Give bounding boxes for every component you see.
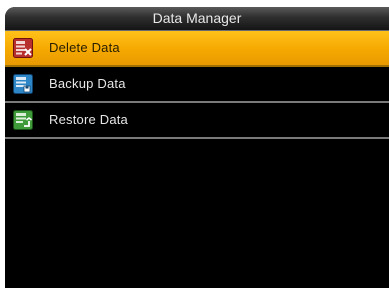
restore-data-icon (13, 110, 33, 130)
menu-item-backup-data[interactable]: Backup Data (5, 67, 389, 103)
menu-item-label: Restore Data (49, 112, 128, 127)
menu-item-restore-data[interactable]: Restore Data (5, 103, 389, 139)
title-bar: Data Manager (5, 7, 389, 31)
device-frame: Data Manager Delete Data Backup Data Res… (0, 0, 389, 288)
menu-list: Delete Data Backup Data Restore Data (5, 31, 389, 139)
delete-data-icon (13, 38, 33, 58)
backup-data-icon (13, 74, 33, 94)
menu-item-delete-data[interactable]: Delete Data (5, 31, 389, 67)
menu-item-label: Backup Data (49, 76, 126, 91)
page-title: Data Manager (152, 10, 242, 26)
menu-item-label: Delete Data (49, 40, 120, 55)
screen: Data Manager Delete Data Backup Data Res… (5, 7, 389, 288)
